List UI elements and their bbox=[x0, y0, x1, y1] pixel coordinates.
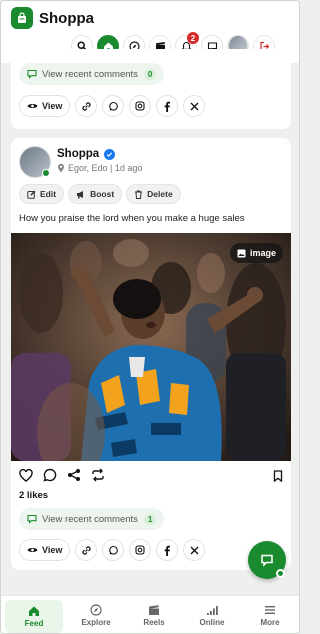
link-icon bbox=[82, 101, 91, 111]
share-row: View bbox=[19, 95, 206, 117]
facebook-icon bbox=[164, 101, 171, 112]
boost-button[interactable]: Boost bbox=[68, 184, 123, 204]
image-type-tag: image bbox=[229, 243, 283, 263]
instagram-share-button[interactable] bbox=[129, 95, 152, 117]
tab-more[interactable]: More bbox=[241, 596, 299, 633]
post-location: Egor, Edo bbox=[68, 163, 108, 173]
tab-label: More bbox=[260, 618, 280, 627]
x-icon bbox=[190, 102, 199, 110]
post-card: Shoppa Egor, Edo | 1d ago Edit Boost Del… bbox=[11, 138, 291, 570]
clapperboard-icon bbox=[149, 605, 159, 615]
whatsapp-share-button[interactable] bbox=[102, 95, 125, 117]
comment-count: 0 bbox=[143, 68, 157, 80]
recent-comments-pill-post[interactable]: View recent comments 1 bbox=[19, 508, 165, 530]
copy-link-button[interactable] bbox=[75, 95, 98, 117]
signal-icon bbox=[207, 606, 218, 615]
chat-icon bbox=[261, 554, 273, 567]
shopping-bag-logo-icon bbox=[11, 7, 33, 29]
meta-separator: | bbox=[107, 163, 115, 173]
comment-button[interactable] bbox=[43, 468, 57, 487]
edit-button[interactable]: Edit bbox=[19, 184, 65, 204]
bottom-nav: Feed Explore Reels Online More bbox=[1, 595, 299, 633]
trash-icon bbox=[135, 190, 143, 199]
reaction-bar bbox=[19, 468, 283, 487]
image-tag-label: image bbox=[249, 248, 276, 258]
eye-icon bbox=[27, 103, 38, 109]
post-meta: Egor, Edo | 1d ago bbox=[57, 163, 142, 173]
chat-bubble-icon bbox=[27, 514, 37, 524]
likes-count[interactable]: 2 likes bbox=[19, 490, 48, 501]
view-label: View bbox=[42, 101, 63, 111]
view-button[interactable]: View bbox=[19, 539, 71, 561]
share-row: View bbox=[19, 539, 206, 561]
comment-icon bbox=[43, 468, 57, 482]
location-pin-icon bbox=[58, 163, 64, 173]
recent-comments-label: View recent comments bbox=[42, 513, 138, 525]
delete-button[interactable]: Delete bbox=[126, 184, 181, 204]
whatsapp-icon bbox=[109, 545, 118, 555]
tab-label: Reels bbox=[143, 618, 165, 627]
author-name[interactable]: Shoppa bbox=[57, 148, 116, 160]
share-icon bbox=[68, 469, 80, 481]
fab-status-dot bbox=[276, 569, 285, 578]
facebook-share-button[interactable] bbox=[156, 95, 179, 117]
edit-icon bbox=[27, 190, 36, 199]
bookmark-icon bbox=[273, 470, 283, 483]
megaphone-icon bbox=[77, 190, 84, 198]
author-name-text: Shoppa bbox=[57, 148, 100, 160]
facebook-icon bbox=[164, 545, 171, 556]
tab-label: Feed bbox=[24, 619, 44, 628]
tab-online[interactable]: Online bbox=[183, 596, 241, 633]
worship-photo bbox=[11, 233, 291, 461]
post-caption: How you praise the lord when you make a … bbox=[19, 213, 245, 224]
instagram-icon bbox=[135, 101, 145, 111]
notification-badge: 2 bbox=[187, 32, 199, 44]
owner-actions: Edit Boost Delete bbox=[19, 184, 181, 204]
home-icon bbox=[29, 606, 39, 616]
app-frame: Shoppa 2 View recent comments 0 View Sho… bbox=[0, 0, 300, 634]
bookmark-button[interactable] bbox=[273, 469, 283, 487]
comment-count: 1 bbox=[143, 513, 157, 525]
chat-bubble-icon bbox=[27, 69, 37, 79]
boost-label: Boost bbox=[90, 189, 115, 199]
share-button[interactable] bbox=[67, 468, 81, 487]
app-name: Shoppa bbox=[39, 9, 94, 27]
heart-icon bbox=[19, 468, 33, 482]
image-icon bbox=[237, 249, 246, 257]
x-share-button[interactable] bbox=[183, 539, 206, 561]
view-button[interactable]: View bbox=[19, 95, 71, 117]
edit-label: Edit bbox=[40, 189, 57, 199]
compass-icon bbox=[90, 604, 102, 616]
repost-icon bbox=[92, 468, 104, 482]
recent-comments-label: View recent comments bbox=[42, 68, 138, 80]
post-time: 1d ago bbox=[114, 163, 143, 173]
instagram-share-button[interactable] bbox=[129, 539, 152, 561]
tab-label: Explore bbox=[81, 618, 111, 627]
facebook-share-button[interactable] bbox=[156, 539, 179, 561]
delete-label: Delete bbox=[147, 189, 173, 199]
tab-feed[interactable]: Feed bbox=[5, 600, 63, 633]
brand[interactable]: Shoppa bbox=[11, 7, 94, 29]
previous-post-card: View recent comments 0 View bbox=[11, 49, 291, 129]
link-icon bbox=[82, 545, 91, 555]
online-indicator bbox=[42, 169, 50, 177]
tab-explore[interactable]: Explore bbox=[67, 596, 125, 633]
view-label: View bbox=[42, 545, 63, 555]
copy-link-button[interactable] bbox=[75, 539, 98, 561]
tab-reels[interactable]: Reels bbox=[125, 596, 183, 633]
repost-button[interactable] bbox=[91, 468, 105, 487]
verified-badge-icon bbox=[104, 148, 116, 160]
x-share-button[interactable] bbox=[183, 95, 206, 117]
instagram-icon bbox=[135, 545, 145, 555]
whatsapp-share-button[interactable] bbox=[102, 539, 125, 561]
chat-fab-button[interactable] bbox=[248, 541, 286, 579]
post-image[interactable]: image bbox=[11, 233, 291, 461]
tab-label: Online bbox=[199, 618, 225, 627]
eye-icon bbox=[27, 547, 38, 553]
whatsapp-icon bbox=[109, 101, 118, 111]
like-button[interactable] bbox=[19, 468, 33, 487]
recent-comments-pill[interactable]: View recent comments 0 bbox=[19, 63, 165, 85]
x-icon bbox=[190, 546, 199, 554]
menu-icon bbox=[265, 606, 275, 614]
